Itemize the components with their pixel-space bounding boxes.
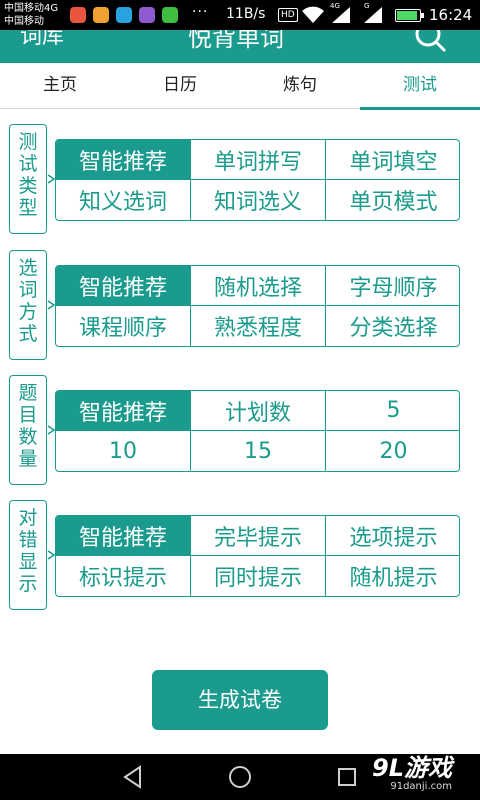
label-char: 测 — [18, 131, 38, 153]
app-notification-icon — [70, 7, 86, 23]
option-button[interactable]: 分类选择 — [326, 306, 459, 346]
signal-icon — [364, 7, 382, 23]
battery-icon — [395, 9, 424, 22]
option-button[interactable]: 单词拼写 — [191, 140, 326, 180]
option-button[interactable]: 知义选词 — [56, 180, 191, 220]
option-button[interactable]: 10 — [56, 431, 191, 471]
label-char: 试 — [18, 153, 38, 175]
tab-sentences[interactable]: 炼句 — [240, 63, 360, 109]
option-button[interactable]: 字母顺序 — [326, 266, 459, 306]
option-button[interactable]: 完毕提示 — [191, 516, 326, 556]
option-button[interactable]: 智能推荐 — [56, 140, 191, 180]
label-char: 数 — [18, 426, 38, 448]
option-button[interactable]: 15 — [191, 431, 326, 471]
page-title: 悦背单词 — [188, 30, 284, 52]
section-label-word-selection: 选 词 方 式 — [9, 250, 47, 360]
option-button[interactable]: 单页模式 — [326, 180, 459, 220]
label-char: 错 — [18, 529, 38, 551]
battery-fill — [397, 11, 417, 20]
option-button[interactable]: 计划数 — [191, 391, 326, 431]
label-char: 词 — [18, 279, 38, 301]
option-button[interactable]: 知词选义 — [191, 180, 326, 220]
back-triangle-icon[interactable] — [118, 762, 148, 792]
options-grid-question-count: 智能推荐 计划数 5 10 15 20 — [55, 390, 460, 472]
option-button[interactable]: 单词填空 — [326, 140, 459, 180]
recent-square-icon[interactable] — [332, 762, 362, 792]
signal-icon — [332, 7, 350, 23]
options-grid-test-type: 智能推荐 单词拼写 单词填空 知义选词 知词选义 单页模式 — [55, 139, 460, 221]
label-char: 选 — [18, 257, 38, 279]
watermark-url: 91danji.com — [390, 781, 452, 792]
option-button[interactable]: 同时提示 — [191, 556, 326, 596]
section-label-test-type: 测 试 类 型 — [9, 124, 47, 234]
label-char: 型 — [18, 197, 38, 219]
app-notification-icon — [93, 7, 109, 23]
option-button[interactable]: 选项提示 — [326, 516, 459, 556]
label-char: 题 — [18, 382, 38, 404]
app-notification-icon — [116, 7, 132, 23]
option-button[interactable]: 20 — [326, 431, 459, 471]
label-char: 方 — [18, 301, 38, 323]
status-bar: 中国移动4G 中国移动 ··· 11B/s HD 4G G 16:24 — [0, 0, 480, 30]
option-button[interactable]: 随机选择 — [191, 266, 326, 306]
option-button[interactable]: 课程顺序 — [56, 306, 191, 346]
watermark-logo: 9L游戏 — [372, 754, 452, 782]
notification-icons — [70, 7, 178, 23]
more-icon: ··· — [192, 4, 209, 20]
clock: 16:24 — [429, 6, 473, 24]
option-button[interactable]: 智能推荐 — [56, 391, 191, 431]
option-button[interactable]: 智能推荐 — [56, 516, 191, 556]
wifi-icon — [302, 6, 324, 23]
generate-test-button[interactable]: 生成试卷 — [152, 670, 328, 730]
tab-test[interactable]: 测试 — [360, 63, 480, 110]
options-grid-feedback-display: 智能推荐 完毕提示 选项提示 标识提示 同时提示 随机提示 — [55, 515, 460, 597]
watermark: 9L游戏 91danji.com — [372, 755, 452, 793]
label-char: 显 — [18, 551, 38, 573]
battery-tip — [421, 13, 424, 18]
label-char: 式 — [18, 323, 38, 345]
label-char: 示 — [18, 573, 38, 595]
label-char: 对 — [18, 507, 38, 529]
label-char: 量 — [18, 448, 38, 470]
search-icon[interactable] — [412, 30, 448, 54]
section-label-question-count: 题 目 数 量 — [9, 375, 47, 485]
carrier-secondary: 中国移动 — [4, 16, 44, 27]
label-char: 类 — [18, 175, 38, 197]
wechat-icon — [162, 7, 178, 23]
tab-calendar[interactable]: 日历 — [120, 63, 240, 109]
option-button[interactable]: 随机提示 — [326, 556, 459, 596]
option-button[interactable]: 熟悉程度 — [191, 306, 326, 346]
app-notification-icon — [139, 7, 155, 23]
tab-bar: 主页 日历 炼句 测试 — [0, 63, 480, 110]
hd-badge: HD — [278, 8, 298, 22]
carrier-primary: 中国移动4G — [4, 3, 59, 14]
vocab-library-button[interactable]: 词库 — [20, 30, 64, 50]
option-button[interactable]: 智能推荐 — [56, 266, 191, 306]
section-label-feedback-display: 对 错 显 示 — [9, 500, 47, 610]
options-grid-word-selection: 智能推荐 随机选择 字母顺序 课程顺序 熟悉程度 分类选择 — [55, 265, 460, 347]
label-char: 目 — [18, 404, 38, 426]
home-circle-icon[interactable] — [225, 762, 255, 792]
option-button[interactable]: 5 — [326, 391, 459, 431]
net-speed: 11B/s — [226, 6, 266, 22]
option-button[interactable]: 标识提示 — [56, 556, 191, 596]
app-header: 词库 悦背单词 — [0, 30, 480, 63]
tab-home[interactable]: 主页 — [0, 63, 120, 109]
